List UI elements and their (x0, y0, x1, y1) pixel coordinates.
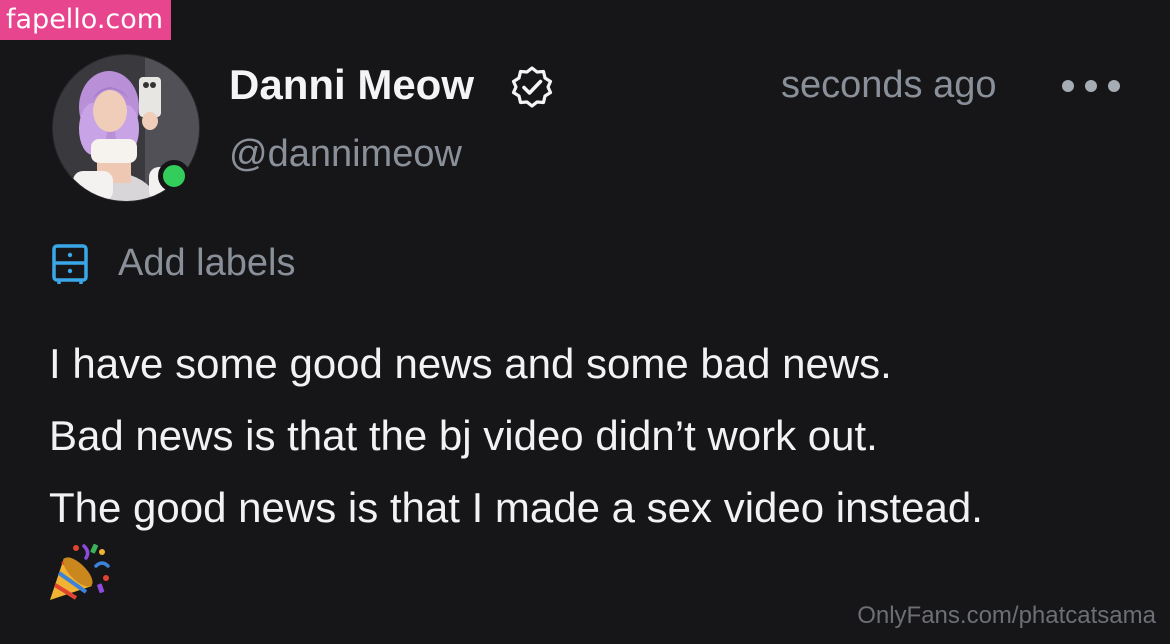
author-display-name[interactable]: Danni Meow (229, 58, 474, 112)
add-labels-label: Add labels (118, 242, 296, 284)
watermark-bottom: OnlyFans.com/phatcatsama (857, 602, 1156, 629)
online-status-indicator (158, 160, 190, 192)
watermark-top: fapello.com (0, 0, 172, 40)
post-text-line: The good news is that I made a sex video… (49, 484, 983, 531)
verified-badge-icon (511, 66, 553, 108)
party-popper-icon (50, 543, 110, 600)
more-options-icon[interactable] (1062, 75, 1120, 97)
post-text-line: I have some good news and some bad news. (49, 340, 892, 387)
author-handle[interactable]: @dannimeow (229, 130, 462, 178)
post-timestamp: seconds ago (781, 64, 997, 106)
add-labels-button[interactable]: Add labels (50, 238, 295, 288)
labels-drawer-icon (52, 244, 88, 284)
post-body: I have some good news and some bad news.… (49, 328, 1149, 544)
post-text-line: Bad news is that the bj video didn’t wor… (49, 412, 878, 459)
